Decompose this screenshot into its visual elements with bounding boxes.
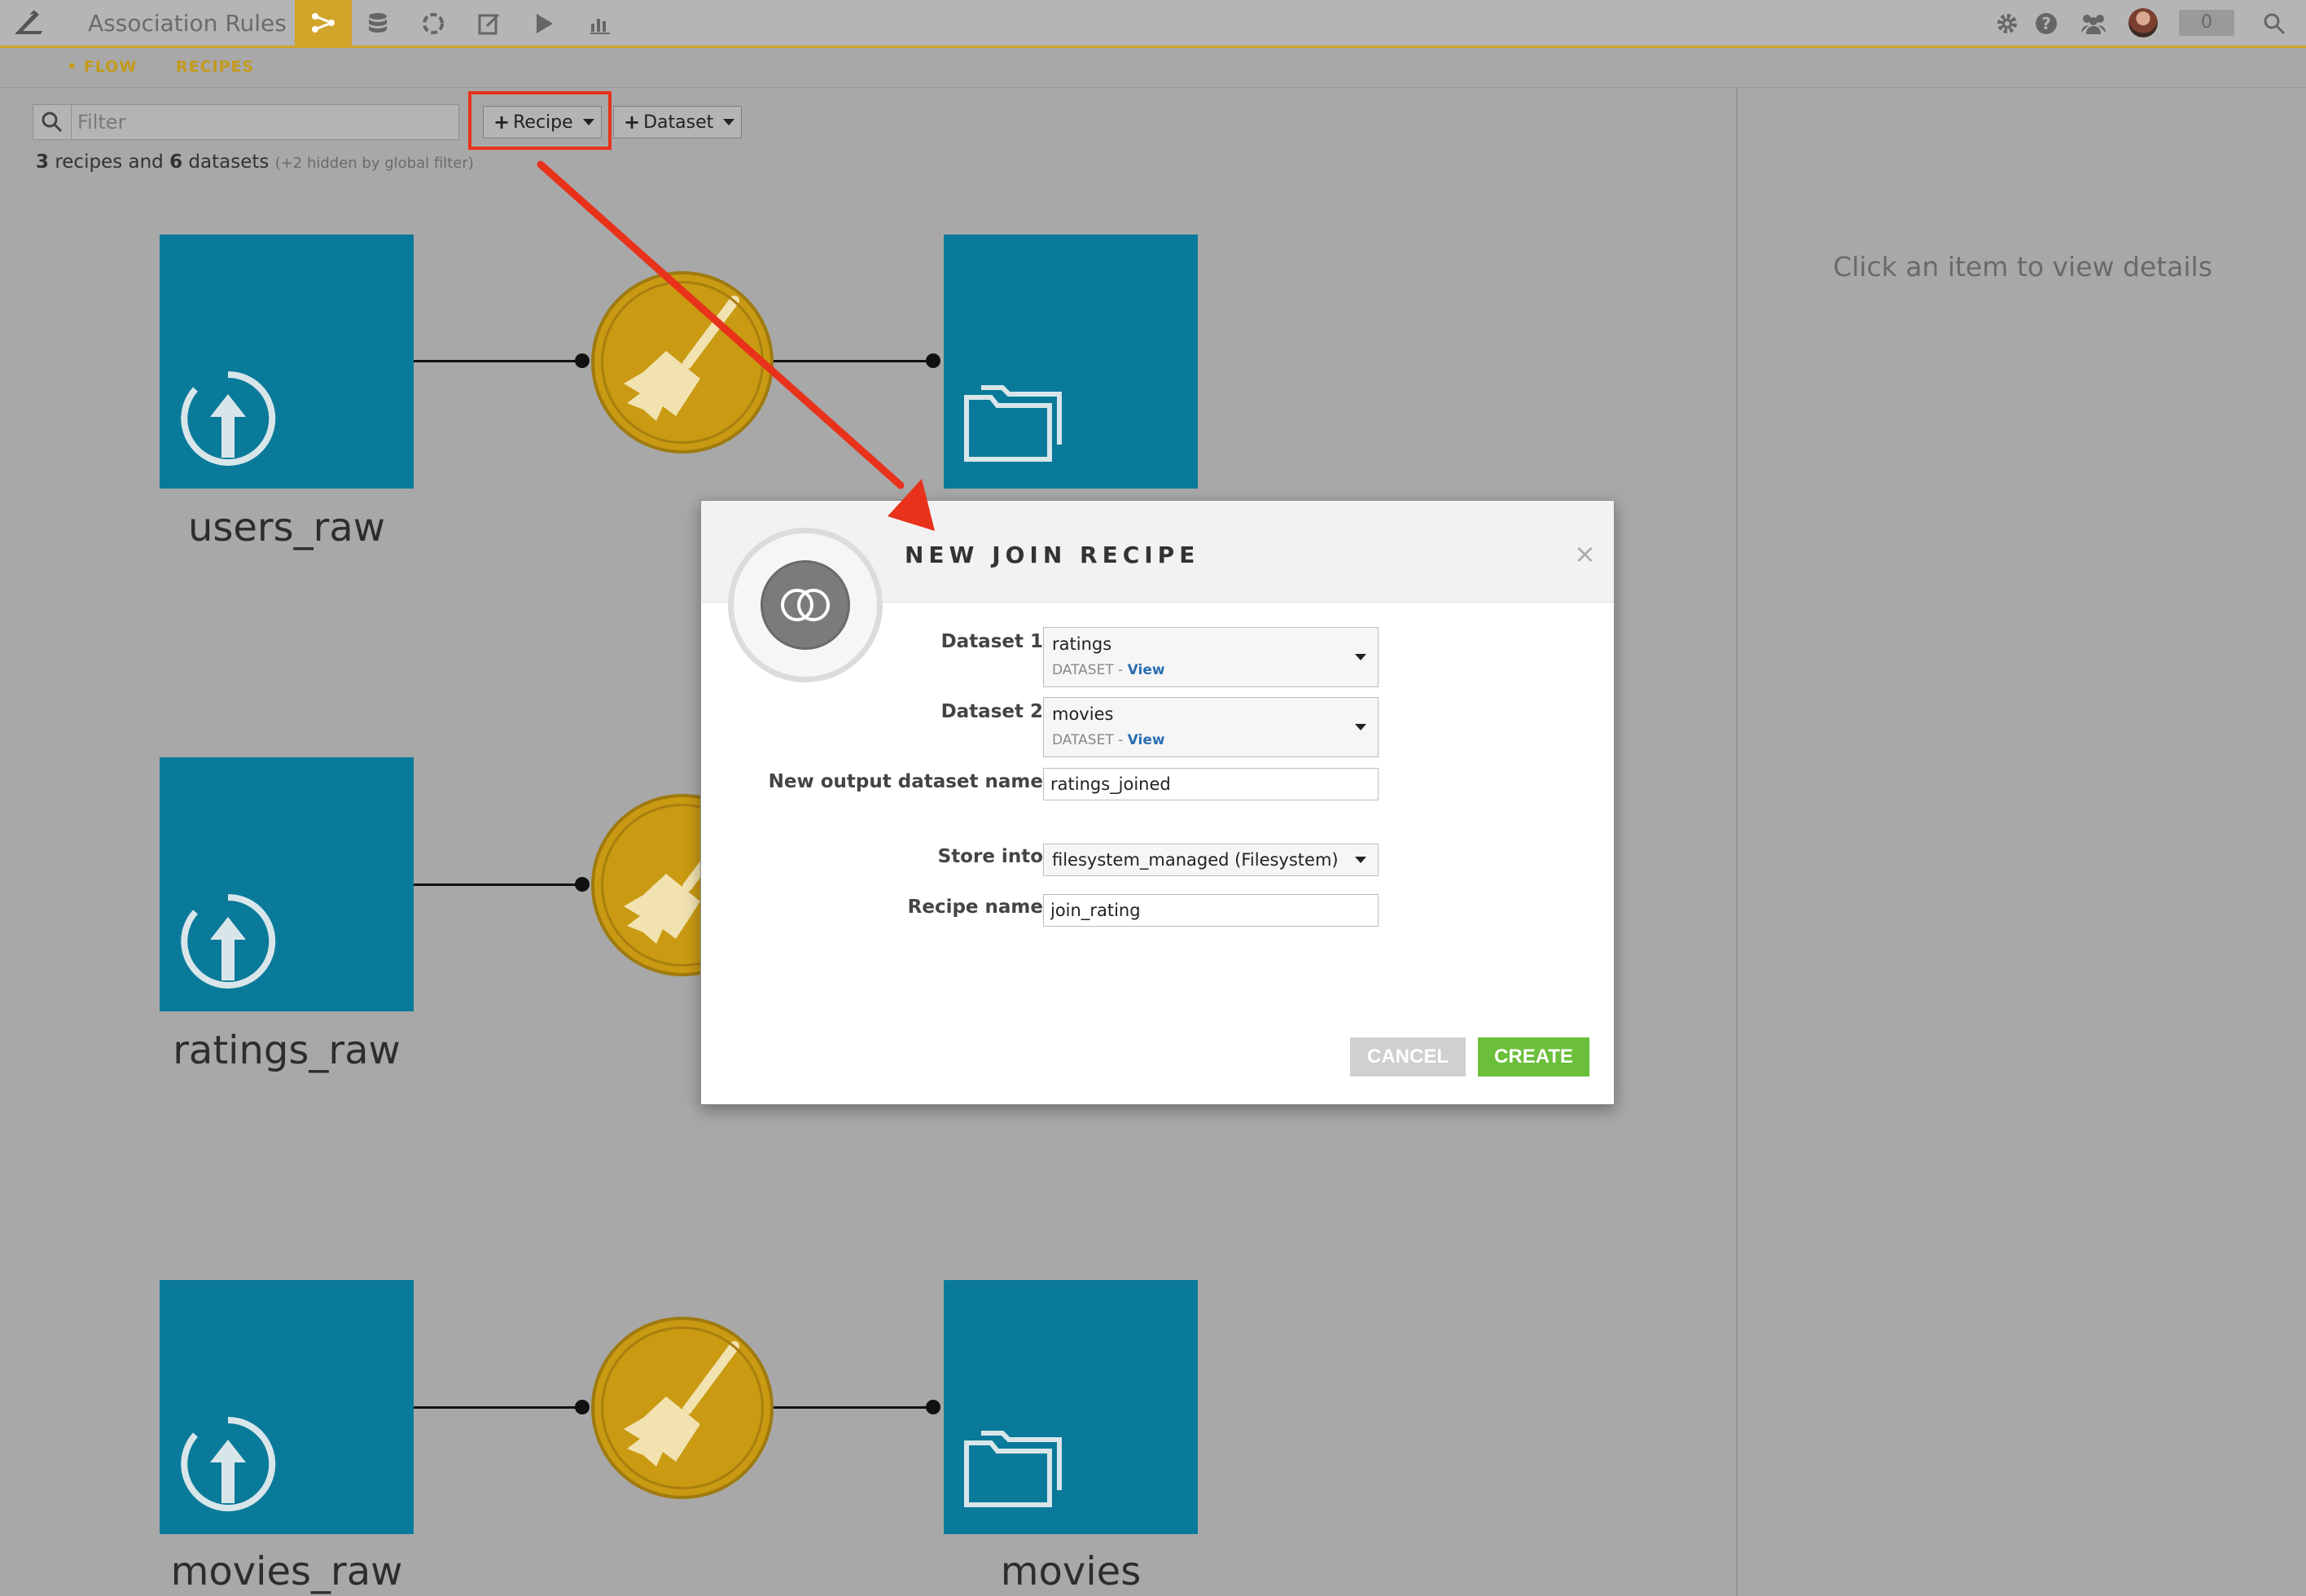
chevron-down-icon — [1355, 724, 1366, 730]
datasets-icon[interactable] — [364, 10, 392, 37]
datasets-count: 6 — [169, 151, 183, 173]
help-icon[interactable]: ? — [2032, 10, 2060, 37]
sub-navbar: • FLOW RECIPES — [0, 48, 2306, 88]
notebook-icon[interactable] — [476, 10, 503, 37]
notification-count[interactable]: 0 — [2179, 10, 2234, 36]
filter-field — [33, 104, 459, 140]
users-icon[interactable] — [2080, 10, 2107, 37]
run-icon[interactable] — [530, 10, 558, 37]
dataset1-type: DATASET - — [1052, 662, 1124, 678]
broom-icon — [624, 1341, 739, 1467]
link-endpoint — [575, 877, 590, 892]
output-name-input[interactable] — [1043, 768, 1379, 800]
chevron-down-icon — [723, 119, 735, 125]
hidden-note: (+2 hidden by global filter) — [274, 155, 474, 172]
store-into-select[interactable]: filesystem_managed (Filesystem) — [1043, 844, 1379, 876]
top-navbar: Association Rules ? 0 — [0, 0, 2306, 48]
dataset2-type: DATASET - — [1052, 732, 1124, 748]
folder-icon — [964, 385, 1062, 462]
store-into-label: Store into — [937, 846, 1043, 867]
recipes-text: recipes and — [55, 151, 164, 173]
gear-icon[interactable] — [1993, 10, 2021, 37]
tab-recipes[interactable]: RECIPES — [176, 58, 254, 76]
dataset-node-movies[interactable] — [944, 1280, 1198, 1534]
search-icon — [33, 105, 72, 139]
dataset1-label: Dataset 1 — [940, 631, 1043, 652]
upload-icon — [181, 893, 276, 989]
app-logo-icon[interactable] — [11, 7, 46, 39]
dataset2-subtitle: DATASET - View — [1052, 732, 1165, 748]
dataset-node-users[interactable] — [944, 235, 1198, 489]
dataset2-view-link[interactable]: View — [1128, 732, 1165, 748]
dataset1-select[interactable]: ratings DATASET - View — [1043, 627, 1379, 687]
dataset-node-ratings-raw[interactable] — [160, 757, 414, 1011]
close-icon[interactable]: × — [1574, 538, 1596, 569]
dataset1-view-link[interactable]: View — [1128, 662, 1165, 678]
dataset2-label: Dataset 2 — [940, 701, 1043, 722]
upload-icon — [181, 1416, 276, 1511]
flow-link — [765, 1406, 935, 1409]
chevron-down-icon — [1355, 857, 1366, 863]
recipes-icon[interactable] — [419, 10, 447, 37]
dataset1-value: ratings — [1052, 634, 1112, 654]
details-placeholder: Click an item to view details — [1833, 251, 2212, 283]
recipe-name-label: Recipe name — [907, 897, 1043, 918]
tab-flow[interactable]: • FLOW — [67, 58, 137, 76]
folder-icon — [964, 1431, 1062, 1507]
recipe-name-input[interactable] — [1043, 894, 1379, 927]
dataset-node-users-raw[interactable] — [160, 235, 414, 489]
details-panel: Click an item to view details — [1736, 88, 2306, 1596]
link-endpoint — [926, 353, 940, 368]
recipe-node-prepare[interactable] — [591, 271, 774, 454]
flow-link — [414, 360, 585, 362]
dataset-label[interactable]: movies_raw — [160, 1549, 414, 1594]
chevron-down-icon — [1355, 654, 1366, 660]
store-into-value: filesystem_managed (Filesystem) — [1052, 850, 1339, 870]
dataset-label[interactable]: movies — [944, 1549, 1198, 1594]
create-button[interactable]: CREATE — [1478, 1037, 1589, 1076]
flow-nav-button[interactable] — [295, 0, 352, 46]
dataset2-value: movies — [1052, 704, 1114, 724]
dataset2-select[interactable]: movies DATASET - View — [1043, 697, 1379, 757]
join-recipe-badge — [728, 528, 883, 682]
project-title[interactable]: Association Rules — [88, 10, 287, 37]
recipes-count: 3 — [36, 151, 50, 173]
add-dataset-button[interactable]: + Dataset — [613, 106, 742, 138]
dataset-label[interactable]: ratings_raw — [160, 1028, 414, 1073]
plus-icon: + — [624, 111, 641, 134]
dashboard-icon[interactable] — [586, 10, 614, 37]
link-endpoint — [575, 1400, 590, 1414]
annotation-highlight-box — [468, 91, 612, 150]
dataset-label[interactable]: users_raw — [160, 505, 414, 550]
cancel-button[interactable]: CANCEL — [1350, 1037, 1466, 1076]
output-name-label: New output dataset name — [768, 771, 1043, 792]
dataset-node-movies-raw[interactable] — [160, 1280, 414, 1534]
search-icon[interactable] — [2260, 10, 2288, 37]
datasets-text: datasets — [188, 151, 270, 173]
flow-icon — [312, 13, 335, 33]
flow-link — [414, 884, 585, 886]
flow-link — [414, 1406, 585, 1409]
svg-text:?: ? — [2041, 14, 2051, 33]
add-dataset-label: Dataset — [643, 112, 714, 133]
user-avatar[interactable] — [2128, 8, 2158, 37]
broom-icon — [624, 296, 739, 421]
link-endpoint — [926, 1400, 940, 1414]
new-join-recipe-modal: NEW JOIN RECIPE × Dataset 1 ratings DATA… — [700, 500, 1615, 1105]
filter-input[interactable] — [77, 105, 436, 139]
link-endpoint — [575, 353, 590, 368]
flow-link — [765, 360, 935, 362]
recipe-node-prepare[interactable] — [591, 1317, 774, 1499]
dataset1-subtitle: DATASET - View — [1052, 662, 1165, 678]
flow-summary: 3 recipes and 6 datasets (+2 hidden by g… — [36, 151, 474, 173]
modal-title: NEW JOIN RECIPE — [905, 542, 1200, 568]
upload-icon — [181, 370, 276, 466]
